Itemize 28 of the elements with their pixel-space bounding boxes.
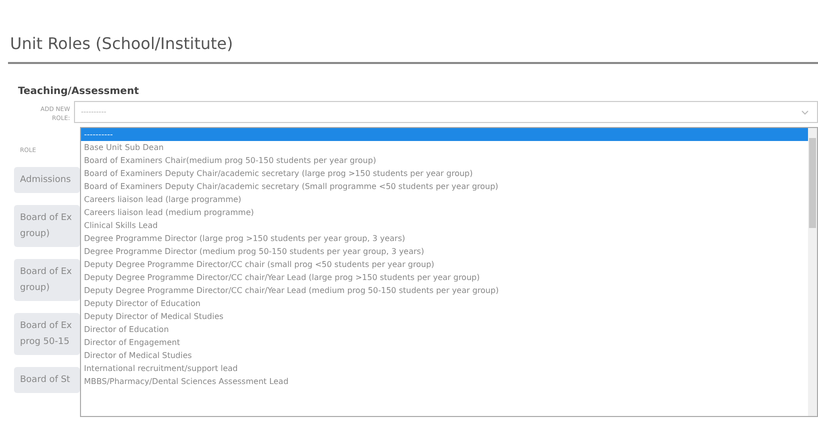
role-card: Board of Ex group): [14, 259, 80, 301]
dropdown-option[interactable]: Deputy Director of Medical Studies: [81, 310, 808, 323]
section-title: Teaching/Assessment: [18, 85, 140, 99]
role-card: Board of St: [14, 367, 80, 393]
dropdown-option[interactable]: Clinical Skills Lead: [81, 219, 808, 232]
dropdown-option[interactable]: Deputy Degree Programme Director/CC chair (small prog <50 students per year group): [81, 258, 808, 271]
dropdown-option[interactable]: Director of Education: [81, 323, 808, 336]
dropdown-option[interactable]: Deputy Director of Education: [81, 297, 808, 310]
dropdown-option[interactable]: International recruitment/support lead: [81, 362, 808, 375]
role-card: Admissions: [14, 167, 80, 193]
dropdown-option[interactable]: Board of Examiners Chair(medium prog 50-150 students per year group): [81, 154, 808, 167]
dropdown-option[interactable]: Deputy Degree Programme Director/CC chair/Year Lead (medium prog 50-150 students per year group): [81, 284, 808, 297]
dropdown-option[interactable]: MBBS/Pharmacy/Dental Sciences Assessment Lead: [81, 375, 808, 388]
page-title: Unit Roles (School/Institute): [9, 33, 234, 55]
dropdown-option[interactable]: Board of Examiners Deputy Chair/academic secretary (large prog >150 students per year group): [81, 167, 808, 180]
dropdown-option[interactable]: Director of Medical Studies: [81, 349, 808, 362]
chevron-icon: [801, 110, 809, 114]
dropdown-option[interactable]: Careers liaison lead (medium programme): [81, 206, 808, 219]
role-card: Board of Ex group): [14, 205, 80, 247]
dropdown-option[interactable]: ----------: [81, 128, 808, 141]
dropdown-option[interactable]: Director of Engagement: [81, 336, 808, 349]
role-card: Board of Ex prog 50-15: [14, 313, 80, 355]
dropdown-option[interactable]: Degree Programme Director (medium prog 50-150 students per year group, 3 years): [81, 245, 808, 258]
dropdown-option[interactable]: Careers liaison lead (large programme): [81, 193, 808, 206]
dropdown-option[interactable]: Board of Examiners Deputy Chair/academic secretary (Small programme <50 students per year group): [81, 180, 808, 193]
dropdown-option[interactable]: Degree Programme Director (large prog >150 students per year group, 3 years): [81, 232, 808, 245]
dropdown-option[interactable]: Base Unit Sub Dean: [81, 141, 808, 154]
dropdown-option[interactable]: Deputy Degree Programme Director/CC chair/Year Lead (large prog >150 students per year group): [81, 271, 808, 284]
